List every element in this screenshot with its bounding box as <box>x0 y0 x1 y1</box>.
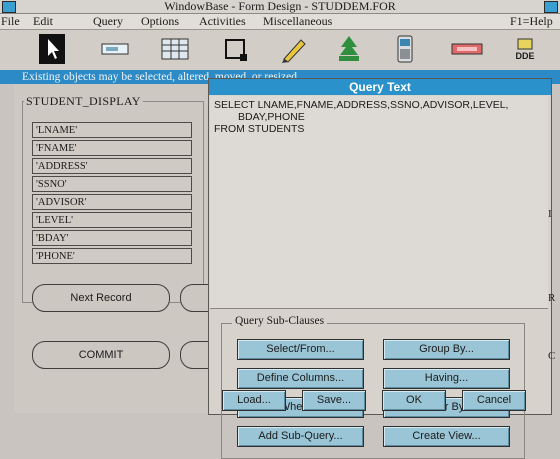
menu-file[interactable]: File <box>1 14 20 29</box>
menu-query[interactable]: Query <box>93 14 123 29</box>
field-icon <box>101 43 129 55</box>
pencil-icon <box>282 39 306 63</box>
dde-tool[interactable]: DDE <box>508 33 542 65</box>
load-button[interactable]: Load... <box>222 390 286 411</box>
pointer-arrow-icon <box>39 34 65 64</box>
form-design-area: STUDENT_DISPLAY 'LNAME' 'FNAME' 'ADDRESS… <box>14 84 222 413</box>
add-sub-query-button[interactable]: Add Sub-Query... <box>237 426 364 447</box>
student-display-title: STUDENT_DISPLAY <box>24 94 143 109</box>
edge-glyph-3: C <box>548 350 556 362</box>
field-bday[interactable]: 'BDAY' <box>32 230 192 246</box>
sql-line-3: FROM STUDENTS <box>214 123 305 135</box>
field-ssno[interactable]: 'SSNO' <box>32 176 192 192</box>
grid-tool[interactable] <box>160 33 190 65</box>
field-address[interactable]: 'ADDRESS' <box>32 158 192 174</box>
phone-tool[interactable] <box>394 33 416 65</box>
dde-label: DDE <box>515 51 535 61</box>
having-button[interactable]: Having... <box>383 368 510 389</box>
menu-help[interactable]: F1=Help <box>510 14 553 29</box>
push-button-icon <box>451 43 483 55</box>
button-tool[interactable] <box>450 33 484 65</box>
define-columns-button[interactable]: Define Columns... <box>237 368 364 389</box>
rectangle-icon <box>225 39 247 61</box>
menu-activities[interactable]: Activities <box>199 14 246 29</box>
commit-button[interactable]: COMMIT <box>32 341 170 369</box>
field-tool[interactable] <box>100 33 130 65</box>
query-subclauses-title: Query Sub-Clauses <box>232 315 328 327</box>
pen-tool[interactable] <box>278 33 310 65</box>
edge-glyph-2: R <box>548 292 556 304</box>
select-from-button[interactable]: Select/From... <box>237 339 364 360</box>
field-phone[interactable]: 'PHONE' <box>32 248 192 264</box>
tree-tool[interactable] <box>334 33 364 65</box>
query-text-dialog: Query Text SELECT LNAME,FNAME,ADDRESS,SS… <box>208 78 552 459</box>
ok-button[interactable]: OK <box>382 390 446 411</box>
field-fname[interactable]: 'FNAME' <box>32 140 192 156</box>
menu-bar: File Edit Query Options Activities Misce… <box>0 14 560 30</box>
menu-edit[interactable]: Edit <box>33 14 53 29</box>
dde-link-icon <box>517 38 533 50</box>
tree-icon <box>339 36 359 61</box>
box-tool[interactable] <box>220 33 250 65</box>
window-title: WindowBase - Form Design - STUDDEM.FOR <box>164 0 396 13</box>
phone-icon <box>397 35 413 63</box>
cancel-button[interactable]: Cancel <box>462 390 526 411</box>
sql-line-1: SELECT LNAME,FNAME,ADDRESS,SSNO,ADVISOR,… <box>214 99 509 111</box>
query-text-editor[interactable]: SELECT LNAME,FNAME,ADDRESS,SSNO,ADVISOR,… <box>210 96 548 309</box>
query-text-title: Query Text <box>209 79 551 95</box>
sql-line-2: BDAY,PHONE <box>238 111 305 123</box>
field-level[interactable]: 'LEVEL' <box>32 212 192 228</box>
group-by-button[interactable]: Group By... <box>383 339 510 360</box>
field-advisor[interactable]: 'ADVISOR' <box>32 194 192 210</box>
maximize-box[interactable] <box>544 1 558 13</box>
next-record-button[interactable]: Next Record <box>32 284 170 312</box>
edge-glyph-1: I <box>548 208 552 220</box>
field-lname[interactable]: 'LNAME' <box>32 122 192 138</box>
menu-miscellaneous[interactable]: Miscellaneous <box>263 14 332 29</box>
create-view-button[interactable]: Create View... <box>383 426 510 447</box>
save-button[interactable]: Save... <box>302 390 366 411</box>
menu-options[interactable]: Options <box>141 14 179 29</box>
table-grid-icon <box>161 38 189 60</box>
pointer-tool[interactable] <box>38 33 66 65</box>
window-title-bar: WindowBase - Form Design - STUDDEM.FOR <box>0 0 560 14</box>
system-menu-box[interactable] <box>2 1 16 13</box>
toolbar: DDE <box>0 30 560 70</box>
